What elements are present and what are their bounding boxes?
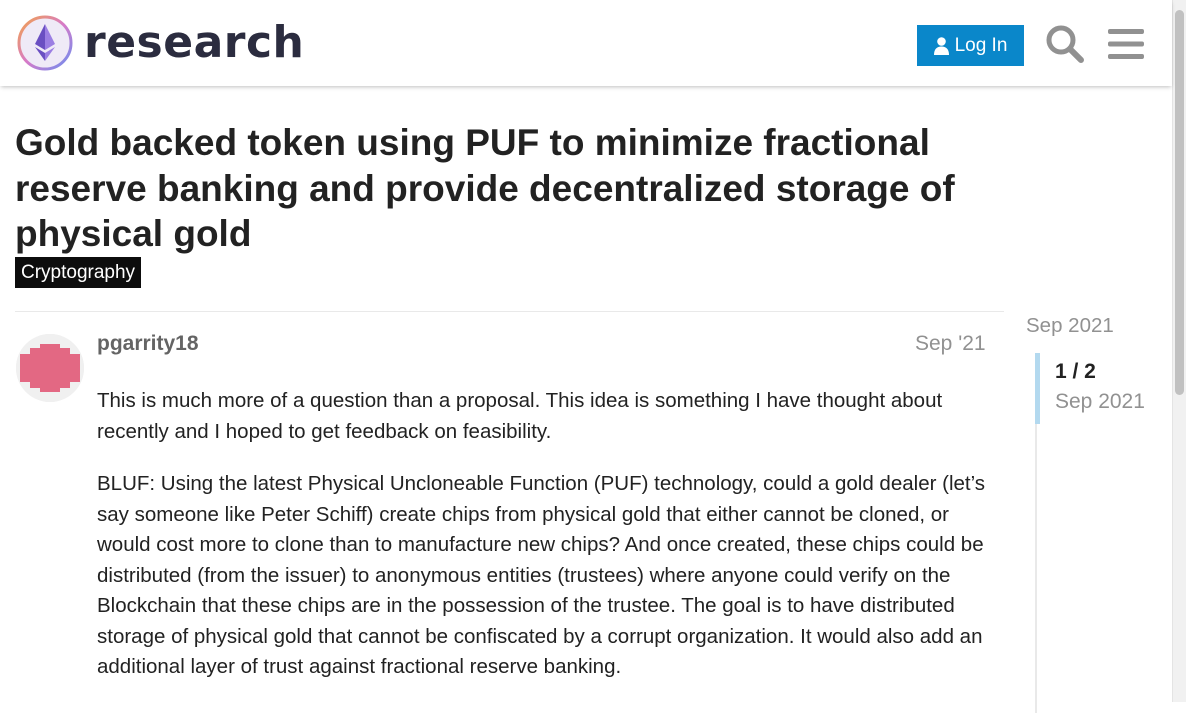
ethereum-research-logo-icon — [17, 15, 73, 71]
scrollbar-thumb[interactable] — [1175, 10, 1184, 395]
site-logo-text: research — [84, 17, 305, 68]
post-paragraph: BLUF: Using the latest Physical Unclonea… — [97, 472, 986, 678]
timeline-scroll-handle[interactable] — [1035, 353, 1040, 424]
site-logo[interactable]: research — [16, 14, 304, 72]
post-date[interactable]: Sep '21 — [915, 331, 986, 357]
user-icon — [933, 36, 949, 55]
post-body: This is much more of a question than a p… — [97, 386, 992, 705]
category-badge[interactable]: Cryptography — [15, 257, 142, 288]
user-avatar[interactable] — [16, 334, 84, 402]
hamburger-menu-icon[interactable] — [1106, 24, 1146, 64]
login-button[interactable]: Log In — [917, 25, 1024, 66]
post-paragraph: This is much more of a question than a p… — [97, 389, 943, 443]
site-header: research Log In — [0, 0, 1172, 86]
topic-divider — [15, 311, 1004, 312]
identicon-avatar-icon — [16, 334, 84, 402]
timeline-current-date: Sep 2021 — [1055, 390, 1145, 413]
login-label: Log In — [954, 34, 1008, 56]
topic-title[interactable]: Gold backed token using PUF to minimize … — [15, 120, 1015, 257]
page-scrollbar[interactable] — [1172, 0, 1186, 702]
timeline-start-date[interactable]: Sep 2021 — [1026, 313, 1114, 339]
search-icon[interactable] — [1045, 24, 1085, 64]
timeline-position: 1 / 2 — [1055, 360, 1096, 383]
post-username[interactable]: pgarrity18 — [97, 331, 199, 357]
